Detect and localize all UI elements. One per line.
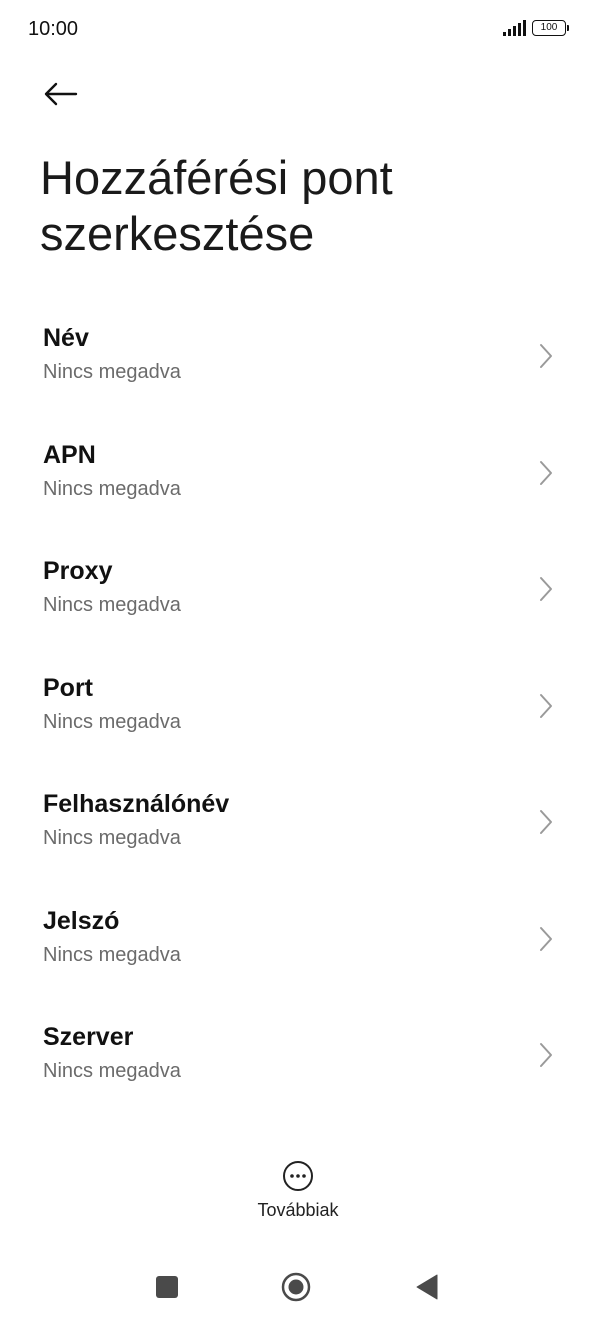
- setting-item-proxy[interactable]: Proxy Nincs megadva: [0, 539, 596, 656]
- more-horizontal-circle-icon: [283, 1161, 313, 1191]
- setting-value: Nincs megadva: [43, 943, 181, 966]
- battery-level: 100: [540, 22, 558, 33]
- setting-label: Proxy: [43, 557, 113, 585]
- setting-value: Nincs megadva: [43, 710, 181, 733]
- status-bar: 10:00 100: [0, 0, 596, 60]
- setting-label: Szerver: [43, 1023, 134, 1051]
- circle-icon: [281, 1272, 311, 1302]
- home-button[interactable]: [281, 1272, 311, 1302]
- setting-value: Nincs megadva: [43, 477, 181, 500]
- page-title: Hozzáférési pont szerkesztése: [40, 151, 393, 260]
- setting-item-port[interactable]: Port Nincs megadva: [0, 656, 596, 773]
- battery-icon: 100: [532, 20, 569, 36]
- setting-label: Jelszó: [43, 906, 120, 935]
- chevron-right-icon: [540, 460, 552, 485]
- more-button[interactable]: Továbbiak: [0, 1160, 596, 1221]
- arrow-left-icon: [44, 82, 78, 106]
- setting-value: Nincs megadva: [43, 1060, 181, 1082]
- setting-value: Nincs megadva: [43, 594, 181, 616]
- setting-value: Nincs megadva: [43, 827, 181, 849]
- square-icon: [156, 1276, 178, 1298]
- settings-list: Név Nincs megadva APN Nincs megadva Prox…: [0, 306, 596, 1122]
- chevron-right-icon: [540, 344, 552, 368]
- setting-item-apn[interactable]: APN Nincs megadva: [0, 423, 596, 540]
- chevron-right-icon: [540, 693, 552, 718]
- chevron-right-icon: [540, 577, 552, 601]
- status-icons: 100: [503, 20, 569, 36]
- signal-icon: [503, 20, 526, 36]
- status-time: 10:00: [28, 18, 79, 40]
- chevron-right-icon: [540, 926, 552, 951]
- triangle-back-icon: [416, 1274, 438, 1300]
- setting-item-name[interactable]: Név Nincs megadva: [0, 306, 596, 423]
- setting-item-server[interactable]: Szerver Nincs megadva: [0, 1005, 596, 1122]
- setting-value: Nincs megadva: [43, 361, 181, 383]
- system-back-button[interactable]: [412, 1272, 442, 1302]
- chevron-right-icon: [540, 1043, 552, 1067]
- setting-item-username[interactable]: Felhasználónév Nincs megadva: [0, 772, 596, 889]
- setting-label: APN: [43, 440, 96, 469]
- setting-label: Név: [43, 324, 89, 352]
- setting-label: Port: [43, 673, 93, 702]
- navigation-bar: [0, 1262, 596, 1312]
- chevron-right-icon: [540, 810, 552, 834]
- setting-item-password[interactable]: Jelszó Nincs megadva: [0, 889, 596, 1006]
- back-button[interactable]: [38, 72, 82, 116]
- recents-button[interactable]: [152, 1272, 182, 1302]
- setting-label: Felhasználónév: [43, 790, 230, 818]
- more-label: Továbbiak: [257, 1200, 339, 1220]
